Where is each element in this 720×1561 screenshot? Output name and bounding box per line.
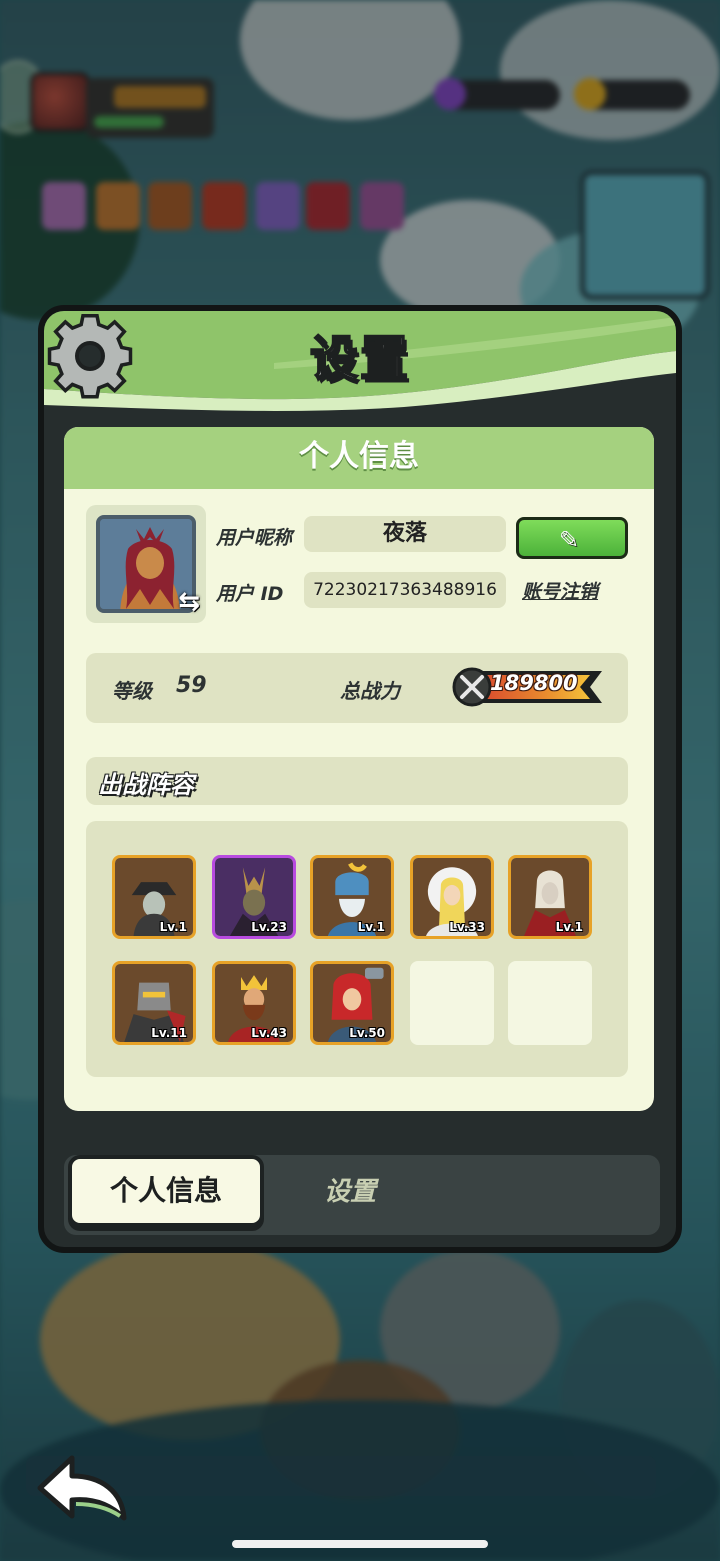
nickname-label: 用户昵称 — [216, 527, 293, 549]
hero-slot[interactable]: Lv.1 — [310, 855, 394, 939]
hero-level: Lv.23 — [251, 920, 287, 934]
user-id-label: 用户 ID — [216, 583, 284, 605]
pencil-icon: ✎ — [559, 526, 580, 554]
nickname-field: 夜落 — [304, 516, 506, 552]
back-arrow-icon[interactable] — [36, 1452, 132, 1524]
profile-panel: 个人信息 ⇆ 用户昵称 夜落 ✎ 用户 ID 72230217363488916… — [64, 427, 654, 1111]
power-badge: 189800 — [452, 667, 604, 707]
cancel-account-link[interactable]: 账号注销 — [522, 577, 598, 604]
dialog-header: 设置 — [44, 311, 676, 411]
stats-bar: 等级 59 总战力 189800 — [86, 653, 628, 723]
tab-profile-label: 个人信息 — [109, 1174, 222, 1207]
hero-level: Lv.43 — [251, 1026, 287, 1040]
hero-level: Lv.33 — [449, 920, 485, 934]
tab-settings[interactable]: 设置 — [324, 1171, 376, 1208]
hero-slot[interactable]: Lv.43 — [212, 961, 296, 1045]
power-label: 总战力 — [340, 679, 400, 703]
power-value: 189800 — [490, 671, 578, 695]
hero-level: Lv.1 — [555, 920, 583, 934]
hero-level: Lv.50 — [349, 1026, 385, 1040]
hero-slot[interactable]: Lv.33 — [410, 855, 494, 939]
dialog-title: 设置 — [309, 330, 410, 388]
hero-slot[interactable]: Lv.23 — [212, 855, 296, 939]
hero-level: Lv.1 — [357, 920, 385, 934]
hero-level: Lv.11 — [151, 1026, 187, 1040]
level-value: 59 — [176, 673, 207, 698]
settings-dialog: 设置 个人信息 ⇆ 用户昵称 夜落 ✎ 用户 ID 72230217363488… — [38, 305, 682, 1253]
swap-arrows-icon[interactable]: ⇆ — [178, 587, 200, 617]
hero-slot[interactable]: Lv.1 — [508, 855, 592, 939]
edit-nickname-button[interactable]: ✎ — [516, 517, 628, 559]
hero-slot[interactable]: Lv.11 — [112, 961, 196, 1045]
dialog-tabs: 个人信息 设置 — [64, 1155, 660, 1235]
hero-slot[interactable]: Lv.50 — [310, 961, 394, 1045]
empty-hero-slot[interactable] — [508, 961, 592, 1045]
empty-hero-slot[interactable] — [410, 961, 494, 1045]
panel-title: 个人信息 — [64, 427, 654, 489]
lineup-grid: Lv.1 Lv.23 Lv.1 Lv.33 Lv.1 Lv.11 Lv.43 L… — [86, 821, 628, 1077]
profile-avatar-frame[interactable]: ⇆ — [86, 505, 206, 623]
level-label: 等级 — [112, 679, 152, 703]
hero-level: Lv.1 — [159, 920, 187, 934]
lineup-header: 出战阵容 — [86, 757, 628, 805]
user-id-field: 72230217363488916 — [304, 572, 506, 608]
hero-slot[interactable]: Lv.1 — [112, 855, 196, 939]
lineup-title: 出战阵容 — [98, 771, 194, 799]
home-indicator — [232, 1540, 488, 1548]
tab-profile[interactable]: 个人信息 — [68, 1155, 264, 1227]
